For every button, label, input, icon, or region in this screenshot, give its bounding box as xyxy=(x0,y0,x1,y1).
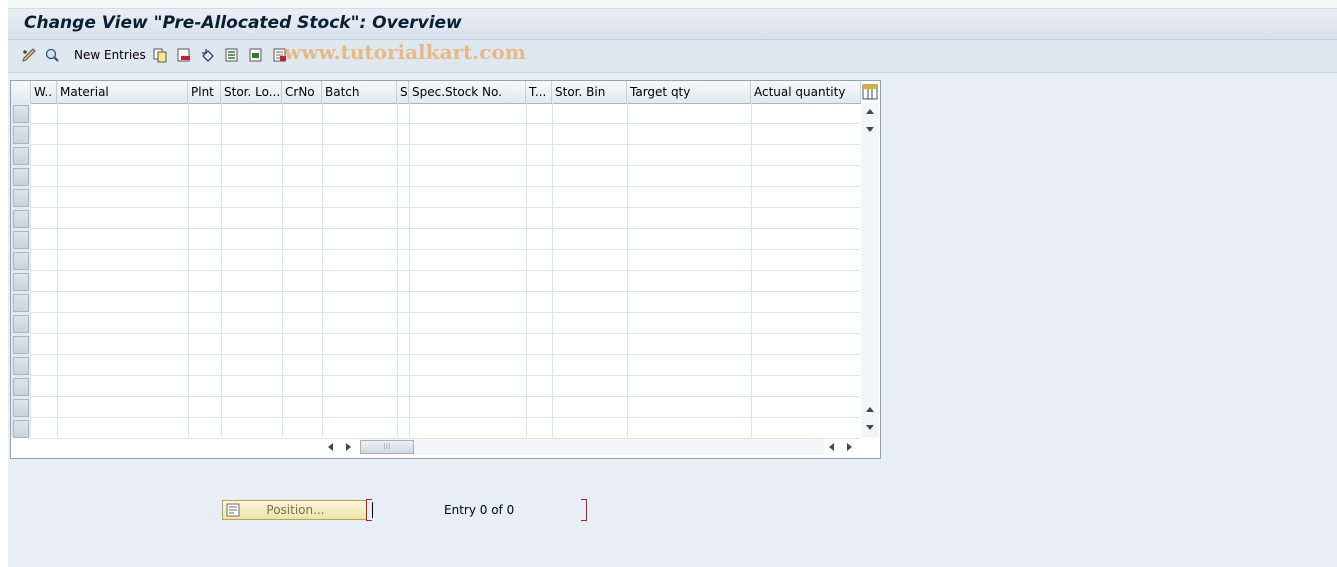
entry-field-right-bracket xyxy=(581,499,587,521)
scroll-left-icon[interactable] xyxy=(328,443,333,451)
column-header[interactable]: Material xyxy=(57,81,188,103)
column-header[interactable]: Stor. Lo... xyxy=(221,81,282,103)
table-row[interactable] xyxy=(31,249,860,250)
scroll-left-end-icon[interactable] xyxy=(829,443,834,451)
column-header[interactable]: Stor. Bin xyxy=(552,81,627,103)
row-selector[interactable] xyxy=(13,420,29,438)
column-header[interactable]: Target qty xyxy=(627,81,751,103)
table-row[interactable] xyxy=(31,438,860,439)
delete-icon[interactable] xyxy=(175,46,193,64)
new-entries-button[interactable]: New Entries xyxy=(74,48,146,62)
row-selector[interactable] xyxy=(13,252,29,270)
display-change-icon[interactable] xyxy=(43,46,61,64)
table-row[interactable] xyxy=(31,165,860,166)
table-row[interactable] xyxy=(31,312,860,313)
column-divider xyxy=(751,103,752,437)
column-divider xyxy=(188,103,189,437)
table-settings-icon[interactable] xyxy=(861,83,879,101)
row-selector[interactable] xyxy=(13,315,29,333)
horizontal-scrollbar[interactable]: ⁝⁝⁝ xyxy=(326,439,861,455)
watermark: www.tutorialkart.com xyxy=(284,40,526,64)
text-cursor xyxy=(372,502,373,518)
row-selector[interactable] xyxy=(13,105,29,123)
table-row[interactable] xyxy=(31,354,860,355)
column-header[interactable]: Spec.Stock No. xyxy=(409,81,526,103)
row-selector[interactable] xyxy=(13,378,29,396)
undo-icon[interactable] xyxy=(199,46,217,64)
table-row[interactable] xyxy=(31,396,860,397)
copy-icon[interactable] xyxy=(151,46,169,64)
position-button-label: Position... xyxy=(266,503,325,517)
title-bar: Change View "Pre-Allocated Stock": Overv… xyxy=(8,9,1337,40)
scroll-thumb[interactable]: ⁝⁝⁝ xyxy=(360,440,414,454)
select-block-icon[interactable] xyxy=(247,46,265,64)
scroll-right-icon[interactable] xyxy=(346,443,351,451)
table-row[interactable] xyxy=(31,186,860,187)
entry-count: Entry 0 of 0 xyxy=(444,503,515,517)
table-row[interactable] xyxy=(31,207,860,208)
scroll-up-icon[interactable] xyxy=(866,109,874,114)
column-header[interactable]: T... xyxy=(526,81,552,103)
column-divider xyxy=(397,103,398,437)
row-selector[interactable] xyxy=(13,399,29,417)
column-divider xyxy=(322,103,323,437)
row-selector[interactable] xyxy=(13,126,29,144)
column-divider xyxy=(221,103,222,437)
table-row[interactable] xyxy=(31,144,860,145)
table-row[interactable] xyxy=(31,291,860,292)
application-toolbar: New Entries xyxy=(8,40,1337,73)
row-selector[interactable] xyxy=(13,231,29,249)
column-header[interactable]: W.. xyxy=(31,81,57,103)
select-all-icon[interactable] xyxy=(223,46,241,64)
row-selector[interactable] xyxy=(13,189,29,207)
table-row[interactable] xyxy=(31,123,860,124)
row-selector[interactable] xyxy=(13,168,29,186)
column-header[interactable]: Actual quantity xyxy=(751,81,861,103)
column-divider xyxy=(409,103,410,437)
scroll-page-up-icon[interactable] xyxy=(866,407,874,412)
scroll-down-icon[interactable] xyxy=(866,127,874,132)
column-divider xyxy=(627,103,628,437)
position-button[interactable]: Position... xyxy=(222,500,367,520)
page-title: Change View "Pre-Allocated Stock": Overv… xyxy=(24,13,462,33)
row-selector[interactable] xyxy=(13,357,29,375)
table-row[interactable] xyxy=(31,417,860,418)
left-edge xyxy=(0,0,8,567)
scroll-right-end-icon[interactable] xyxy=(847,443,852,451)
table-row[interactable] xyxy=(31,228,860,229)
column-divider xyxy=(282,103,283,437)
vertical-scrollbar[interactable] xyxy=(861,103,879,437)
table-row[interactable] xyxy=(31,375,860,376)
column-divider xyxy=(526,103,527,437)
column-header[interactable]: S xyxy=(397,81,409,103)
row-selector[interactable] xyxy=(13,336,29,354)
column-header[interactable]: Plnt xyxy=(188,81,221,103)
column-header[interactable]: CrNo xyxy=(282,81,322,103)
column-divider xyxy=(552,103,553,437)
row-selector-column xyxy=(11,103,31,438)
table-row[interactable] xyxy=(31,333,860,334)
select-all-corner[interactable] xyxy=(11,81,31,103)
row-selector[interactable] xyxy=(13,147,29,165)
table-header: W.. Material Plnt Stor. Lo... CrNo Batch… xyxy=(11,81,861,104)
top-border xyxy=(8,0,1337,9)
scroll-track[interactable] xyxy=(360,439,824,455)
data-table: W.. Material Plnt Stor. Lo... CrNo Batch… xyxy=(10,80,881,459)
column-divider xyxy=(57,103,58,437)
row-selector[interactable] xyxy=(13,294,29,312)
column-header[interactable]: Batch xyxy=(322,81,397,103)
row-selector[interactable] xyxy=(13,273,29,291)
edit-icon[interactable] xyxy=(20,46,38,64)
row-selector[interactable] xyxy=(13,210,29,228)
table-row[interactable] xyxy=(31,270,860,271)
scroll-page-down-icon[interactable] xyxy=(866,425,874,430)
